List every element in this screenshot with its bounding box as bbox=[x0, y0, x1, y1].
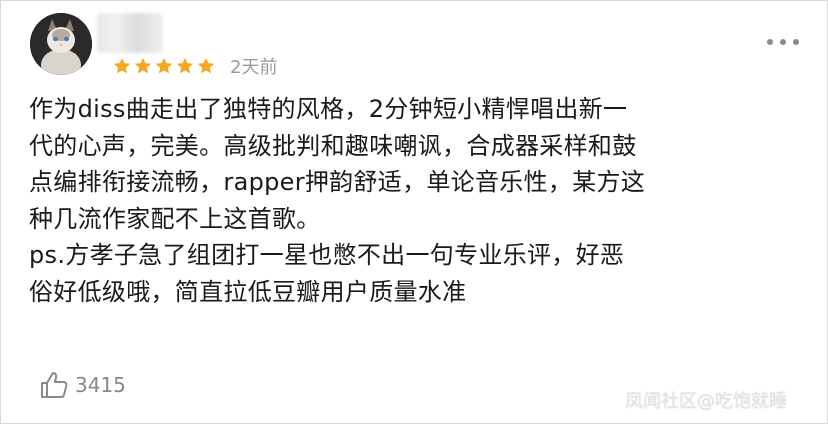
star-icon bbox=[113, 57, 131, 74]
thumbs-up-icon bbox=[41, 372, 68, 398]
star-icon bbox=[197, 57, 215, 74]
more-dot bbox=[780, 39, 786, 45]
review-time: 2天前 bbox=[230, 57, 278, 78]
review-line: 代的心声，完美。高级批判和趣味嘲讽，合成器采样和鼓 bbox=[29, 131, 637, 160]
review-line: ps.方孝子急了组团打一星也憋不出一句专业乐评，好恶 bbox=[29, 241, 625, 269]
more-dot bbox=[793, 39, 799, 45]
review-line: 俗好低级哦，简直拉低豆瓣用户质量水准 bbox=[29, 277, 467, 306]
more-dot bbox=[767, 39, 773, 45]
review-line: 作为diss曲走出了独特的风格，2分钟短小精悍唱出新一 bbox=[29, 95, 628, 123]
star-icon bbox=[155, 57, 173, 74]
review-content: 作为diss曲走出了独特的风格，2分钟短小精悍唱出新一 代的心声，完美。高级批判… bbox=[29, 91, 809, 310]
review-card: 2天前 作为diss曲走出了独特的风格，2分钟短小精悍唱出新一 代的心声，完美。… bbox=[0, 0, 828, 424]
review-line: 点编排衔接流畅，rapper押韵舒适，单论音乐性，某方这 bbox=[29, 168, 646, 196]
star-icon bbox=[134, 57, 152, 74]
review-line: 种几流作家配不上这首歌。 bbox=[29, 204, 321, 233]
more-dots-icon[interactable] bbox=[767, 35, 799, 49]
like-button[interactable]: 3415 bbox=[39, 369, 126, 401]
avatar[interactable] bbox=[30, 13, 92, 75]
watermark: 凤闻社区@吃饱就睡 bbox=[625, 391, 787, 412]
like-count: 3415 bbox=[75, 373, 126, 397]
username-blurred[interactable] bbox=[97, 13, 163, 53]
star-icon bbox=[176, 57, 194, 74]
cat-avatar-icon bbox=[30, 13, 92, 75]
star-rating bbox=[112, 56, 216, 78]
